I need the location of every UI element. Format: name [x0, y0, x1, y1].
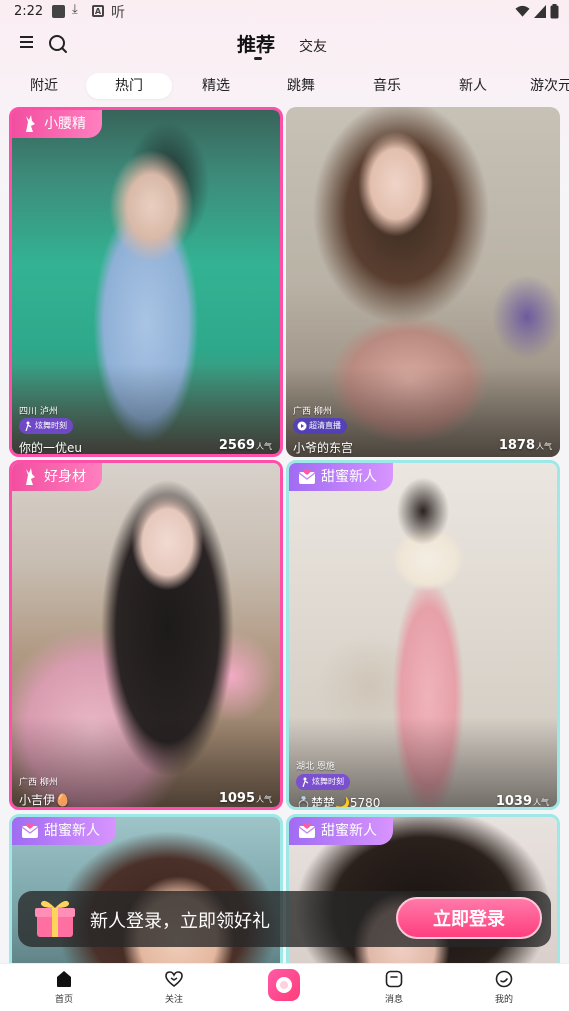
ting-icon: 听 [111, 5, 125, 21]
live-card[interactable]: 广西 柳州 超清直播 小爷的东宫 1878人气 [286, 107, 560, 457]
nav-live[interactable] [268, 969, 300, 1001]
banner-text: 新人登录，立即领好礼 [90, 911, 270, 932]
category-tab-hot[interactable]: 热门 [86, 73, 172, 99]
category-tab-featured[interactable]: 精选 [186, 73, 246, 99]
envelope-heart-icon [298, 469, 316, 484]
card-location: 四川 泸州 [19, 407, 58, 417]
nav-profile[interactable]: 我的 [474, 969, 534, 1005]
card-popularity: 2569人气 [218, 438, 272, 453]
gift-icon [35, 900, 75, 937]
live-icon [276, 977, 292, 993]
card-username: 小吉伊🥚 [19, 793, 70, 807]
signal-icon [534, 5, 546, 18]
card-badge: 甜蜜新人 [289, 817, 393, 845]
live-card[interactable]: 甜蜜新人 湖北 恩施 炫舞时刻 💍楚楚🌙5780 1039人气 [286, 460, 560, 810]
heart-icon [165, 971, 183, 988]
card-pill: 超清直播 [293, 418, 347, 434]
category-tab-newcomer[interactable]: 新人 [443, 73, 503, 99]
play-icon [297, 421, 307, 431]
card-badge: 甜蜜新人 [289, 463, 393, 491]
card-username: 💍楚楚🌙5780 [296, 796, 381, 810]
card-badge: 小腰精 [12, 110, 102, 138]
card-popularity: 1095人气 [218, 791, 272, 806]
card-badge: 甜蜜新人 [12, 817, 116, 845]
envelope-heart-icon [298, 823, 316, 838]
search-icon[interactable] [47, 33, 69, 55]
live-card[interactable]: 小腰精 四川 泸州 炫舞时刻 你的一优eu 2569人气 [9, 107, 283, 457]
card-username: 你的一优eu [19, 441, 82, 455]
menu-icon[interactable] [20, 35, 36, 49]
tab-friends[interactable]: 交友 [299, 36, 327, 56]
live-card[interactable]: 好身材 广西 柳州 小吉伊🥚 1095人气 [9, 460, 283, 810]
card-username: 小爷的东宫 [293, 441, 354, 455]
battery-icon [550, 4, 559, 19]
nav-home[interactable]: 首页 [34, 969, 94, 1005]
nav-follow[interactable]: 关注 [144, 969, 204, 1005]
profile-icon [495, 970, 513, 988]
category-tab-game[interactable]: 游次元 [530, 73, 569, 99]
top-header: 推荐 交友 [0, 26, 569, 66]
category-tab-nearby[interactable]: 附近 [14, 73, 74, 99]
gallery-icon [52, 5, 65, 18]
home-icon [57, 971, 71, 987]
login-promo-banner: 新人登录，立即领好礼 立即登录 [18, 891, 551, 947]
card-popularity: 1878人气 [498, 438, 552, 453]
card-location: 广西 柳州 [19, 778, 58, 788]
download-icon: ⤓ [72, 2, 78, 17]
card-pill: 炫舞时刻 [19, 418, 73, 434]
category-tabs: 附近 热门 精选 跳舞 音乐 新人 游次元 [0, 70, 569, 102]
card-popularity: 1039人气 [495, 794, 549, 809]
category-tab-dance[interactable]: 跳舞 [271, 73, 331, 99]
tab-recommend[interactable]: 推荐 [237, 30, 275, 57]
bottom-nav: 首页 关注 消息 我的 [0, 963, 569, 1011]
category-tab-music[interactable]: 音乐 [357, 73, 417, 99]
status-bar: 2:22 ⤓ A 听 [0, 0, 569, 26]
tab-active-indicator [254, 57, 262, 60]
card-location: 湖北 恩施 [296, 762, 335, 772]
login-button[interactable]: 立即登录 [396, 897, 542, 939]
nav-messages[interactable]: 消息 [364, 969, 424, 1005]
message-icon [385, 970, 403, 988]
rabbit-icon [26, 468, 35, 485]
dance-icon [302, 777, 309, 787]
a-icon: A [92, 5, 104, 17]
envelope-heart-icon [21, 823, 39, 838]
card-location: 广西 柳州 [293, 407, 332, 417]
card-badge: 好身材 [12, 463, 102, 491]
card-pill: 炫舞时刻 [296, 774, 350, 790]
dance-icon [25, 421, 32, 431]
wifi-icon [515, 5, 530, 17]
status-time: 2:22 [14, 4, 44, 19]
rabbit-icon [26, 115, 35, 132]
